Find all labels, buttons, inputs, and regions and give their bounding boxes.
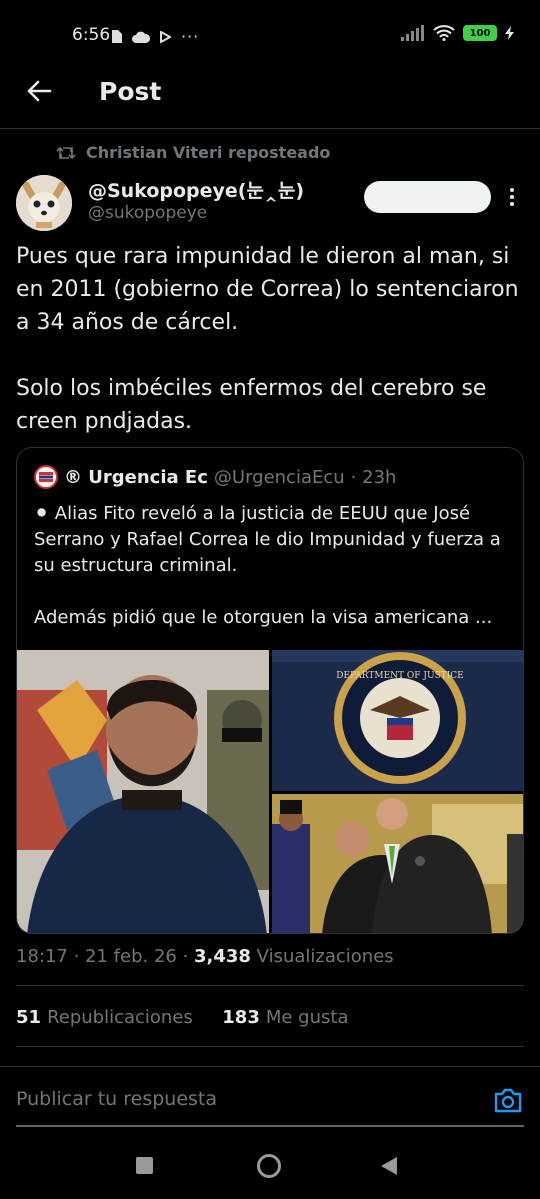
reply-underline [16, 1125, 524, 1127]
more-status-icon: ··· [181, 27, 200, 46]
more-icon[interactable] [503, 186, 521, 208]
repost-indicator: Christian Viteri reposteado [56, 143, 330, 162]
reposts-stat[interactable]: 51 Republicaciones [16, 1007, 193, 1028]
quoted-author-handle: @UrgenciaEcu [213, 466, 345, 488]
seal-text: DEPARTMENT OF JUSTICE [336, 671, 464, 681]
charging-icon [505, 26, 514, 40]
reposts-count: 51 [16, 1007, 42, 1028]
follow-button[interactable] [364, 181, 491, 213]
quoted-post-text: ⚫ Alias Fito reveló a la justicia de EEU… [34, 503, 501, 628]
quoted-media-grid[interactable]: DEPARTMENT OF JUSTICE [17, 650, 523, 933]
back-nav-icon[interactable] [381, 1157, 397, 1175]
post-meta: 18:17 · 21 feb. 26 · 3,438 Visualizacion… [16, 946, 394, 967]
post-timestamp: 18:17 · 21 feb. 26 · [16, 946, 195, 967]
post-stats: 51 Republicaciones 183 Me gusta [16, 1007, 348, 1028]
quoted-post-time: · 23h [350, 466, 397, 488]
home-icon[interactable] [257, 1154, 281, 1178]
meta-divider [16, 985, 524, 986]
wifi-icon [433, 25, 455, 41]
page-title: Post [99, 77, 162, 106]
recents-icon[interactable] [136, 1157, 153, 1174]
quoted-post[interactable]: ® Urgencia Ec @UrgenciaEcu · 23h ⚫ Alias… [16, 447, 524, 934]
avatar[interactable] [16, 175, 72, 231]
back-arrow-icon[interactable] [24, 76, 54, 106]
battery-icon: 100 [463, 25, 497, 41]
views-label: Visualizaciones [250, 946, 394, 967]
reply-input[interactable]: Publicar tu respuesta [16, 1088, 217, 1110]
author-handle[interactable]: @sukopopeye [88, 203, 207, 223]
battery-level: 100 [469, 27, 491, 39]
views-count: 3,438 [194, 946, 251, 967]
repost-icon [56, 146, 76, 159]
media-image-detainee[interactable] [17, 650, 269, 933]
status-time: 6:56 [72, 25, 111, 45]
author-display-name[interactable]: @Sukopopeye(눈‸눈) [88, 176, 304, 203]
reposts-label: Republicaciones [47, 1007, 193, 1028]
likes-label: Me gusta [265, 1007, 349, 1028]
reply-top-divider [0, 1066, 540, 1067]
file-icon [112, 30, 122, 43]
likes-stat[interactable]: 183 Me gusta [222, 1007, 348, 1028]
quoted-author-name: ® Urgencia Ec [64, 466, 208, 488]
media-image-doj-seal[interactable]: DEPARTMENT OF JUSTICE [272, 650, 523, 791]
header-divider [0, 128, 540, 129]
cloud-icon [132, 31, 150, 43]
media-image-correa-serrano[interactable] [272, 794, 523, 933]
repost-text: Christian Viteri reposteado [86, 143, 331, 162]
dog-avatar-image [16, 175, 72, 231]
quoted-post-header: ® Urgencia Ec @UrgenciaEcu · 23h [34, 465, 396, 489]
urgencia-logo-icon [34, 465, 58, 489]
post-text: Pues que rara impunidad le dieron al man… [16, 244, 519, 434]
camera-icon[interactable] [493, 1086, 523, 1114]
likes-count: 183 [222, 1007, 260, 1028]
status-bar: 6:56 ··· 100 [0, 0, 540, 70]
play-icon [160, 30, 171, 43]
signal-icon [401, 25, 424, 41]
stats-divider [16, 1046, 524, 1047]
